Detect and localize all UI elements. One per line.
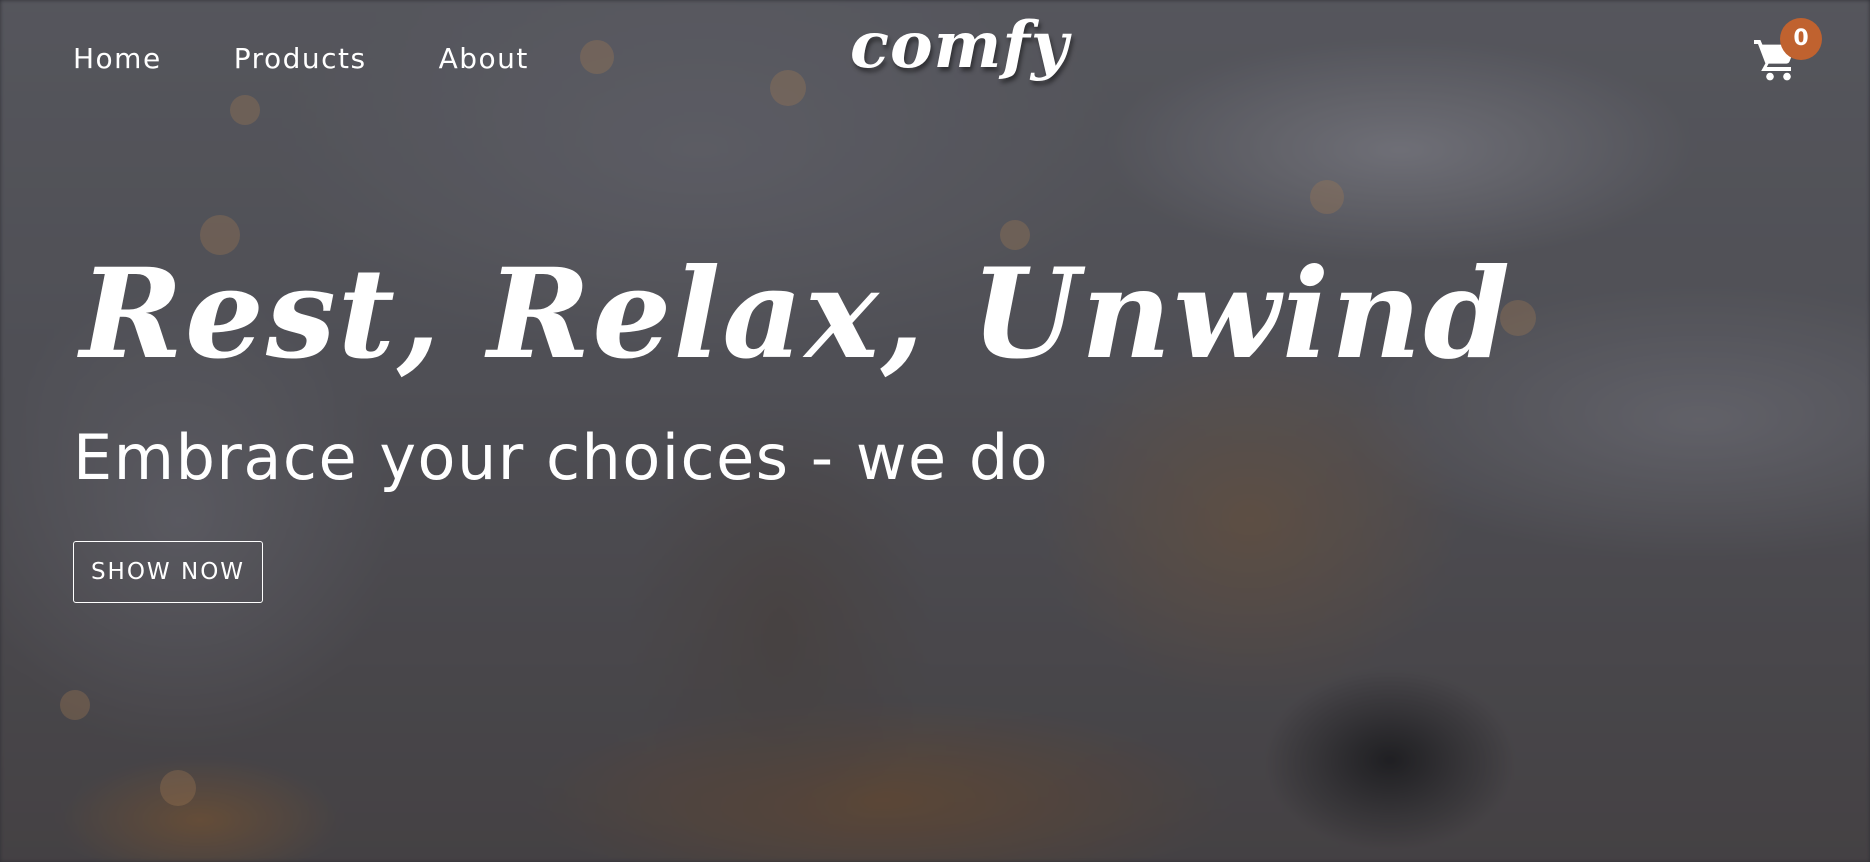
brand-logo[interactable]: comfy xyxy=(850,8,1069,83)
nav-link-products[interactable]: Products xyxy=(234,40,367,78)
cart-count-badge: 0 xyxy=(1780,18,1822,60)
nav-links: Home Products About xyxy=(73,40,601,78)
hero-title: Rest, Relax, Unwind xyxy=(80,242,1513,387)
nav-link-home[interactable]: Home xyxy=(73,40,162,78)
hero-subtitle: Embrace your choices - we do xyxy=(73,421,1050,494)
hero-section: Home Products About comfy 0 Rest, Relax,… xyxy=(0,0,1870,862)
navbar: Home Products About comfy 0 xyxy=(0,0,1870,118)
show-now-button[interactable]: SHOW NOW xyxy=(73,541,263,603)
nav-link-about[interactable]: About xyxy=(439,40,529,78)
